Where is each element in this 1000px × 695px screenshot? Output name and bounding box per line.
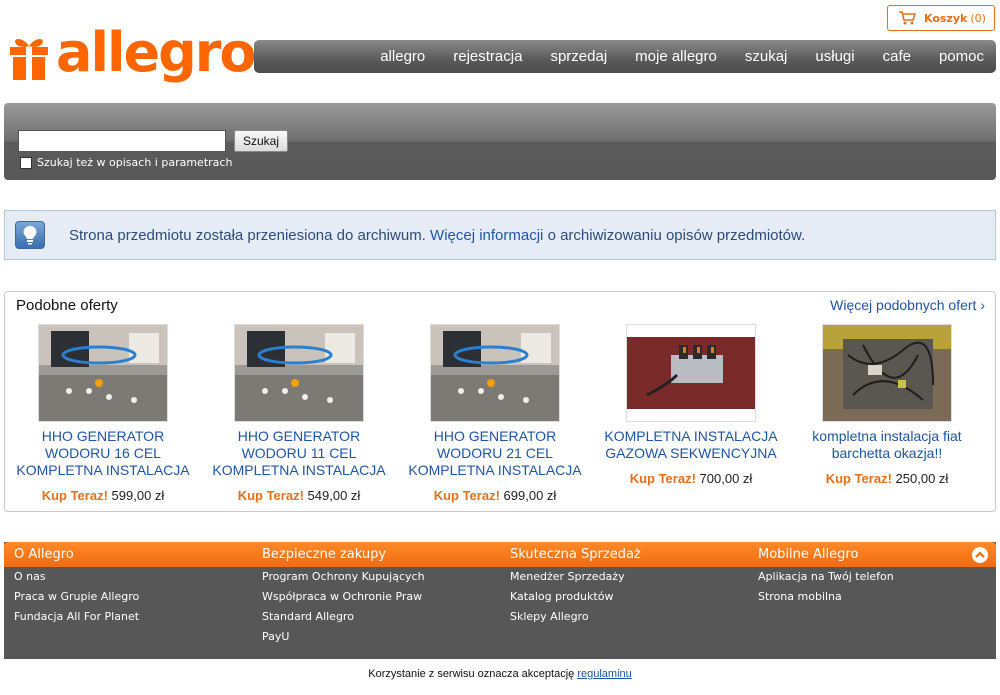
- buy-now-label: Kup Teraz!: [41, 488, 108, 503]
- terms-notice: Korzystanie z serwisu oznacza akceptację…: [0, 668, 1000, 680]
- footer-column-title: O Allegro: [14, 547, 74, 562]
- footer-link[interactable]: Współpraca w Ochronie Praw: [262, 587, 502, 607]
- cart-button[interactable]: Koszyk (0): [887, 5, 995, 31]
- offer-card: HHO GENERATOR WODORU 21 CEL KOMPLETNA IN…: [400, 324, 590, 503]
- nav-rejestracja[interactable]: rejestracja: [453, 48, 522, 65]
- offer-price-value: 700,00 zł: [699, 471, 753, 486]
- cart-label: Koszyk: [924, 11, 968, 25]
- offer-title[interactable]: HHO GENERATOR WODORU 11 CEL KOMPLETNA IN…: [204, 428, 394, 479]
- allegro-logo[interactable]: allegro: [8, 26, 256, 87]
- footer-collapse-button[interactable]: [972, 547, 988, 563]
- lightbulb-icon: [15, 221, 45, 249]
- footer-link[interactable]: Katalog produktów: [510, 587, 750, 607]
- footer-link[interactable]: Standard Allegro: [262, 607, 502, 627]
- buy-now-label: Kup Teraz!: [629, 471, 696, 486]
- more-info-link[interactable]: Więcej informacji: [430, 227, 543, 244]
- footer-link[interactable]: Fundacja All For Planet: [14, 607, 254, 627]
- offer-image[interactable]: [626, 324, 756, 422]
- footer-column-safe-shopping: Bezpieczne zakupy Program Ochrony Kupują…: [262, 542, 502, 647]
- search-button[interactable]: Szukaj: [234, 130, 288, 152]
- footer-link[interactable]: Menedżer Sprzedaży: [510, 567, 750, 587]
- search-bar: Szukaj Szukaj też w opisach i parametrac…: [4, 103, 996, 180]
- offer-image[interactable]: [822, 324, 952, 422]
- footer-column-about: O Allegro O nas Praca w Grupie Allegro F…: [14, 542, 254, 627]
- more-similar-offers-link[interactable]: Więcej podobnych ofert ›: [830, 297, 985, 313]
- archive-notice-after: o archiwizowaniu opisów przedmiotów.: [547, 227, 806, 244]
- offer-title[interactable]: HHO GENERATOR WODORU 21 CEL KOMPLETNA IN…: [400, 428, 590, 479]
- footer-link[interactable]: Sklepy Allegro: [510, 607, 750, 627]
- offer-price-value: 250,00 zł: [895, 471, 949, 486]
- footer: O Allegro O nas Praca w Grupie Allegro F…: [4, 542, 996, 659]
- offer-card: HHO GENERATOR WODORU 11 CEL KOMPLETNA IN…: [204, 324, 394, 503]
- footer-link[interactable]: PayU: [262, 627, 502, 647]
- search-descriptions-checkbox[interactable]: [20, 157, 32, 169]
- footer-column-selling: Skuteczna Sprzedaż Menedżer Sprzedaży Ka…: [510, 542, 750, 627]
- similar-offers: Podobne oferty Więcej podobnych ofert › …: [4, 291, 996, 512]
- footer-link[interactable]: O nas: [14, 567, 254, 587]
- footer-link[interactable]: Strona mobilna: [758, 587, 998, 607]
- offer-card: kompletna instalacja fiat barchetta okaz…: [792, 324, 982, 486]
- buy-now-label: Kup Teraz!: [825, 471, 892, 486]
- archive-notice-before: Strona przedmiotu została przeniesiona d…: [69, 227, 426, 244]
- search-input[interactable]: [18, 130, 226, 152]
- gift-icon: [8, 34, 50, 80]
- similar-offers-title: Podobne oferty: [16, 297, 118, 314]
- offer-price: Kup Teraz! 699,00 zł: [400, 488, 590, 503]
- nav-allegro[interactable]: allegro: [380, 48, 425, 65]
- buy-now-label: Kup Teraz!: [433, 488, 500, 503]
- buy-now-label: Kup Teraz!: [237, 488, 304, 503]
- offer-price: Kup Teraz! 250,00 zł: [792, 471, 982, 486]
- nav-cafe[interactable]: cafe: [883, 48, 911, 65]
- offer-title[interactable]: KOMPLETNA INSTALACJA GAZOWA SEKWENCYJNA: [596, 428, 786, 462]
- terms-text: Korzystanie z serwisu oznacza akceptację: [368, 668, 575, 680]
- nav-szukaj[interactable]: szukaj: [745, 48, 788, 65]
- offer-price: Kup Teraz! 549,00 zł: [204, 488, 394, 503]
- footer-link[interactable]: Praca w Grupie Allegro: [14, 587, 254, 607]
- offer-card: HHO GENERATOR WODORU 16 CEL KOMPLETNA IN…: [8, 324, 198, 503]
- offer-image[interactable]: [38, 324, 168, 422]
- footer-link[interactable]: Program Ochrony Kupujących: [262, 567, 502, 587]
- footer-column-mobile: Mobilne Allegro Aplikacja na Twój telefo…: [758, 542, 998, 607]
- main-navigation: allegro rejestracja sprzedaj moje allegr…: [254, 40, 996, 73]
- nav-moje-allegro[interactable]: moje allegro: [635, 48, 717, 65]
- logo-wordmark: allegro: [56, 21, 256, 84]
- offer-image[interactable]: [430, 324, 560, 422]
- footer-column-title: Bezpieczne zakupy: [262, 547, 387, 562]
- offer-title[interactable]: HHO GENERATOR WODORU 16 CEL KOMPLETNA IN…: [8, 428, 198, 479]
- footer-column-title: Skuteczna Sprzedaż: [510, 547, 641, 562]
- archive-notice: Strona przedmiotu została przeniesiona d…: [4, 210, 996, 260]
- offer-price-value: 699,00 zł: [503, 488, 557, 503]
- cart-count: (0): [970, 11, 986, 25]
- footer-column-title: Mobilne Allegro: [758, 547, 859, 562]
- nav-uslugi[interactable]: usługi: [815, 48, 854, 65]
- nav-sprzedaj[interactable]: sprzedaj: [550, 48, 607, 65]
- offer-card: KOMPLETNA INSTALACJA GAZOWA SEKWENCYJNA …: [596, 324, 786, 486]
- offer-title[interactable]: kompletna instalacja fiat barchetta okaz…: [792, 428, 982, 462]
- offer-price: Kup Teraz! 700,00 zł: [596, 471, 786, 486]
- chevron-up-icon: [975, 551, 985, 558]
- offer-image[interactable]: [234, 324, 364, 422]
- archive-notice-text: Strona przedmiotu została przeniesiona d…: [69, 227, 805, 244]
- search-descriptions-label: Szukaj też w opisach i parametrach: [37, 156, 233, 169]
- offer-price-value: 549,00 zł: [307, 488, 361, 503]
- footer-link[interactable]: Aplikacja na Twój telefon: [758, 567, 998, 587]
- offer-price-value: 599,00 zł: [111, 488, 165, 503]
- cart-icon: [899, 11, 916, 25]
- offer-price: Kup Teraz! 599,00 zł: [8, 488, 198, 503]
- nav-pomoc[interactable]: pomoc: [939, 48, 984, 65]
- terms-link[interactable]: regulaminu: [577, 668, 631, 680]
